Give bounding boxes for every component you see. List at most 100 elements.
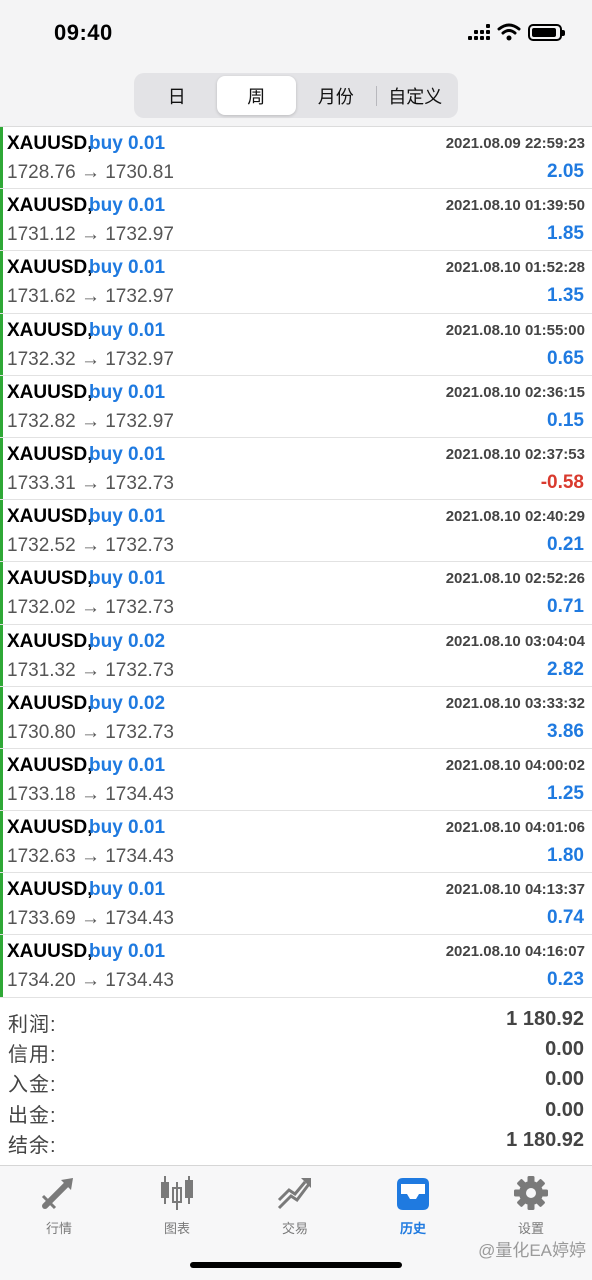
deal-datetime: 2021.08.10 02:36:15 [445,383,585,401]
deal-symbol: XAUUSD, [7,506,93,528]
deal-symbol: XAUUSD, [7,817,93,839]
summary-label: 入金: [8,1074,57,1097]
deal-profit: 0.65 [547,347,584,369]
quotes-arrows-icon [39,1174,79,1212]
status-time: 09:40 [54,20,113,45]
cellular-signal-icon [468,24,490,40]
deal-direction: buy 0.01 [89,257,166,279]
deal-symbol: XAUUSD, [7,879,93,901]
deal-prices: 1730.80 → 1732.73 [7,721,174,743]
deal-symbol: XAUUSD, [7,195,93,217]
tab-chart[interactable]: 图表 [118,1174,236,1244]
candlestick-chart-icon [157,1174,197,1212]
status-icons [468,23,565,41]
deal-prices: 1732.63 → 1734.43 [7,846,174,868]
deal-row[interactable]: XAUUSD, buy 0.01 2021.08.10 01:55:00 1732.3… [0,313,592,376]
segment-week[interactable]: 周 [216,76,296,115]
watermark: @量化EA婷婷 [478,1241,586,1260]
deal-prices: 1731.12 → 1732.97 [7,224,174,246]
deal-prices: 1732.52 → 1732.73 [7,535,174,557]
deal-datetime: 2021.08.10 03:33:32 [445,694,585,712]
deal-symbol: XAUUSD, [7,443,93,465]
deal-profit: 1.35 [547,285,584,307]
deal-prices: 1734.20 → 1734.43 [7,970,174,992]
tab-label: 行情 [45,1221,72,1236]
deal-row[interactable]: XAUUSD, buy 0.01 2021.08.10 04:01:06 1732.6… [0,811,592,874]
summary-value: 0.00 [545,1038,584,1061]
deal-datetime: 2021.08.10 01:55:00 [445,321,585,339]
deal-prices: 1731.32 → 1732.73 [7,659,174,681]
deal-direction: buy 0.01 [89,133,166,154]
deal-row[interactable]: XAUUSD, buy 0.01 2021.08.09 22:59:23 1728.7… [0,127,592,190]
deal-prices: 1732.02 → 1732.73 [7,597,174,619]
deal-symbol: XAUUSD, [7,133,93,154]
summary-row: 信用: 0.00 [0,1036,592,1066]
deal-symbol: XAUUSD, [7,692,93,714]
tab-settings[interactable]: 设置 [472,1174,590,1244]
period-segmented-control: 日 周 月份 自定义 [134,73,458,118]
deal-profit: 3.86 [547,720,584,742]
deal-profit: 1.25 [547,782,584,804]
deal-row[interactable]: XAUUSD, buy 0.01 2021.08.10 04:13:37 1733.6… [0,873,592,936]
summary-row: 入金: 0.00 [0,1066,592,1096]
deal-datetime: 2021.08.10 04:01:06 [445,819,585,837]
tab-history[interactable]: 历史 [354,1174,472,1244]
deal-symbol: XAUUSD, [7,941,93,963]
summary-label: 出金: [8,1104,57,1127]
tab-quotes[interactable]: 行情 [0,1174,118,1244]
deal-datetime: 2021.08.09 22:59:23 [445,135,585,152]
deal-row[interactable]: XAUUSD, buy 0.01 2021.08.10 02:52:26 1732.0… [0,562,592,625]
deal-datetime: 2021.08.10 03:04:04 [445,632,585,650]
deal-datetime: 2021.08.10 01:52:28 [445,259,585,277]
deal-datetime: 2021.08.10 02:52:26 [445,570,585,588]
deal-list: XAUUSD, buy 0.01 2021.08.09 22:59:23 1728.7… [0,127,592,998]
tab-label: 历史 [399,1221,426,1236]
deal-profit: 0.15 [547,409,584,431]
segment-custom[interactable]: 自定义 [375,76,456,115]
deal-direction: buy 0.01 [89,568,166,590]
deal-direction: buy 0.01 [89,443,166,465]
deal-row[interactable]: XAUUSD, buy 0.01 2021.08.10 02:40:29 1732.5… [0,500,592,563]
deal-profit: 0.23 [547,969,584,991]
deal-prices: 1731.62 → 1732.97 [7,286,174,308]
deal-symbol: XAUUSD, [7,257,93,279]
deal-profit: 2.05 [547,161,584,182]
deal-symbol: XAUUSD, [7,319,93,341]
summary-row: 出金: 0.00 [0,1097,592,1127]
deal-direction: buy 0.01 [89,381,166,403]
deal-prices: 1733.18 → 1734.43 [7,783,174,805]
deal-datetime: 2021.08.10 04:16:07 [445,943,585,961]
gear-icon [511,1174,551,1212]
deal-symbol: XAUUSD, [7,754,93,776]
deal-row[interactable]: XAUUSD, buy 0.02 2021.08.10 03:04:04 1731.3… [0,624,592,687]
deal-row[interactable]: XAUUSD, buy 0.01 2021.08.10 04:00:02 1733.1… [0,748,592,812]
wifi-icon [497,23,521,41]
header: 09:40 日 周 月份 自定义 [0,0,592,127]
home-indicator[interactable] [190,1262,402,1268]
tab-label: 图表 [163,1221,190,1236]
deal-datetime: 2021.08.10 04:00:02 [445,756,585,774]
deal-direction: buy 0.01 [89,754,166,776]
deal-row[interactable]: XAUUSD, buy 0.01 2021.08.10 01:39:50 1731.1… [0,189,592,252]
tab-trade[interactable]: 交易 [236,1174,354,1244]
deal-prices: 1732.82 → 1732.97 [7,410,174,432]
segment-month[interactable]: 月份 [296,76,376,115]
tab-label: 设置 [517,1221,544,1236]
deal-direction: buy 0.01 [89,319,166,341]
deal-row[interactable]: XAUUSD, buy 0.01 2021.08.10 01:52:28 1731.6… [0,251,592,314]
deal-row[interactable]: XAUUSD, buy 0.01 2021.08.10 02:36:15 1732.8… [0,375,592,438]
summary-label: 利润: [8,1014,57,1036]
deal-direction: buy 0.01 [89,817,166,839]
summary: 利润: 1 180.92 信用: 0.00 入金: 0.00 出金: 0.00 结余: 1 180… [0,1006,592,1157]
summary-value: 0.00 [545,1068,584,1091]
tab-label: 交易 [281,1221,308,1236]
deal-symbol: XAUUSD, [7,630,93,652]
history-inbox-icon [393,1174,433,1212]
deal-row[interactable]: XAUUSD, buy 0.01 2021.08.10 04:16:07 1734.2… [0,935,592,998]
battery-icon [528,23,565,41]
segment-day[interactable]: 日 [137,76,217,115]
deal-symbol: XAUUSD, [7,568,93,590]
deal-row[interactable]: XAUUSD, buy 0.01 2021.08.10 02:37:53 1733.3… [0,437,592,501]
deal-direction: buy 0.01 [89,506,166,528]
deal-row[interactable]: XAUUSD, buy 0.02 2021.08.10 03:33:32 1730.8… [0,686,592,749]
